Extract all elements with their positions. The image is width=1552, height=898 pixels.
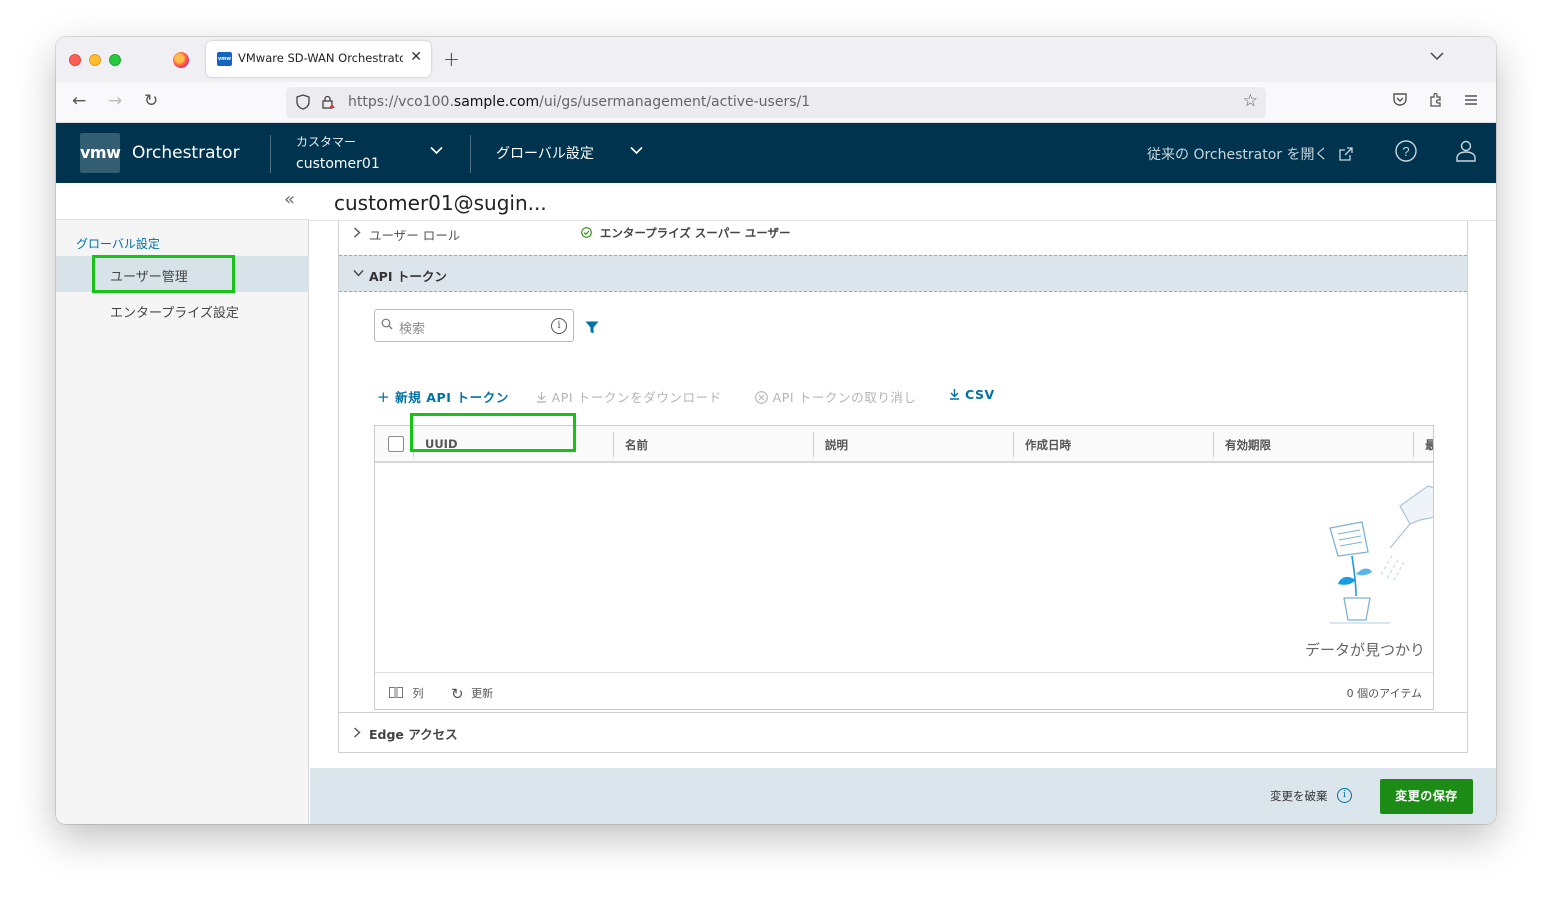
sidebar: « グローバル設定 ユーザー管理 エンタープライズ設定	[56, 183, 309, 824]
chevron-right-icon	[353, 227, 361, 241]
close-window-button[interactable]	[69, 54, 81, 66]
page-title: customer01@sugin...	[334, 191, 547, 215]
download-icon	[950, 389, 959, 400]
extensions-icon[interactable]	[1428, 92, 1444, 112]
discard-changes-button[interactable]: 変更を破棄	[1270, 788, 1328, 804]
help-icon[interactable]: ?	[1395, 140, 1417, 166]
menu-icon[interactable]	[1464, 92, 1478, 110]
header-divider	[270, 135, 271, 173]
external-link-icon	[1339, 147, 1353, 161]
lock-icon	[322, 95, 335, 109]
column-header-last[interactable]: 最	[1425, 437, 1433, 453]
column-divider[interactable]	[1213, 432, 1214, 457]
global-settings-value: グローバル設定	[496, 146, 594, 162]
chevron-down-icon	[630, 143, 643, 159]
check-circle-icon	[581, 227, 596, 240]
column-header-description[interactable]: 説明	[825, 437, 848, 453]
new-tab-button[interactable]: +	[443, 47, 460, 71]
customer-value: customer01	[296, 156, 380, 172]
customer-label: カスタマー	[296, 135, 357, 149]
browser-window: vmw VMware SD-WAN Orchestrator ✕ + ← → ↻…	[56, 37, 1496, 824]
item-count: 0 個のアイテム	[1346, 687, 1422, 700]
save-changes-button[interactable]: 変更の保存	[1380, 779, 1473, 814]
tab-title: VMware SD-WAN Orchestrator	[238, 51, 403, 65]
collapse-sidebar-icon[interactable]: «	[284, 189, 295, 210]
browser-tab[interactable]: vmw VMware SD-WAN Orchestrator ✕	[206, 41, 431, 77]
search-input[interactable]: 検索 i	[374, 309, 574, 342]
shield-icon	[296, 94, 310, 110]
column-header-expiry[interactable]: 有効期限	[1225, 437, 1271, 453]
user-profile-icon[interactable]	[1456, 140, 1476, 166]
main-content: customer01@sugin... ユーザー ロール エンタープライズ スー…	[310, 183, 1496, 824]
api-token-grid: UUID 名前 説明 作成日時 有効期限 最	[374, 425, 1434, 710]
empty-state-illustration	[1329, 485, 1433, 624]
chevron-down-icon	[353, 266, 364, 280]
column-header-created[interactable]: 作成日時	[1025, 437, 1071, 453]
close-tab-icon[interactable]: ✕	[410, 49, 422, 65]
app-title: Orchestrator	[132, 143, 240, 163]
api-token-section-header[interactable]: API トークン	[339, 255, 1467, 292]
tab-list-chevron-icon[interactable]	[1430, 49, 1444, 65]
app-header: vmw Orchestrator カスタマー customer01 グローバル設…	[56, 123, 1496, 183]
address-bar[interactable]: https://vco100.sample.com/ui/gs/usermana…	[286, 87, 1266, 118]
sidebar-collapse-row: «	[56, 183, 309, 220]
columns-icon	[389, 687, 403, 698]
empty-state-text: データが見つかり	[1305, 641, 1426, 659]
column-divider[interactable]	[813, 432, 814, 457]
edge-access-label: Edge アクセス	[369, 727, 458, 742]
sidebar-item-label: エンタープライズ設定	[110, 306, 239, 321]
tab-bar: vmw VMware SD-WAN Orchestrator ✕ +	[56, 37, 1496, 82]
firefox-icon	[173, 52, 189, 68]
svg-text:?: ?	[1402, 144, 1409, 159]
new-api-token-button[interactable]: + 新規 API トークン	[377, 387, 509, 406]
download-api-token-button[interactable]: API トークンをダウンロード	[536, 387, 722, 406]
user-role-row[interactable]: ユーザー ロール エンタープライズ スーパー ユーザー	[339, 221, 1467, 253]
search-placeholder: 検索	[399, 322, 426, 337]
user-role-value: エンタープライズ スーパー ユーザー	[599, 226, 791, 240]
minimize-window-button[interactable]	[89, 54, 101, 66]
filter-icon[interactable]	[585, 319, 599, 338]
chevron-right-icon	[353, 727, 361, 741]
bookmark-star-icon[interactable]: ☆	[1243, 91, 1258, 111]
select-all-checkbox[interactable]	[388, 436, 404, 452]
open-legacy-orchestrator-link[interactable]: 従来の Orchestrator を開く	[1147, 144, 1353, 164]
vmware-logo: vmw	[80, 133, 121, 173]
action-footer: 変更を破棄 i 変更の保存	[310, 768, 1496, 824]
search-icon	[381, 318, 393, 333]
zoom-window-button[interactable]	[109, 54, 121, 66]
column-header-name[interactable]: 名前	[625, 437, 648, 453]
api-token-label: API トークン	[369, 269, 447, 284]
revoke-api-token-button[interactable]: API トークンの取り消し	[755, 387, 917, 406]
forward-arrow-icon[interactable]: →	[108, 91, 122, 111]
column-toggle-button[interactable]: 列	[389, 685, 424, 701]
header-divider	[470, 135, 471, 173]
grid-footer: 列 ↻ 更新 0 個のアイテム	[375, 672, 1433, 709]
sidebar-section-title: グローバル設定	[76, 237, 160, 251]
info-icon[interactable]: i	[1337, 788, 1352, 803]
back-arrow-icon[interactable]: ←	[72, 91, 86, 111]
close-circle-icon	[755, 391, 768, 404]
edge-access-row[interactable]: Edge アクセス	[339, 712, 1467, 752]
highlight-box	[410, 413, 576, 452]
info-icon[interactable]: i	[551, 318, 567, 334]
column-divider[interactable]	[1013, 432, 1014, 457]
pocket-icon[interactable]	[1392, 92, 1408, 111]
url-text[interactable]: https://vco100.sample.com/ui/gs/usermana…	[348, 94, 810, 110]
refresh-button[interactable]: ↻ 更新	[451, 685, 493, 703]
vmware-favicon-icon: vmw	[217, 52, 232, 66]
highlight-box	[92, 255, 235, 293]
user-role-value-wrap: エンタープライズ スーパー ユーザー	[581, 225, 790, 241]
column-divider[interactable]	[613, 432, 614, 457]
chevron-down-icon	[430, 143, 443, 159]
refresh-icon: ↻	[451, 685, 464, 703]
user-role-label: ユーザー ロール	[369, 228, 461, 243]
csv-export-button[interactable]: CSV	[949, 387, 995, 402]
user-detail-panel: ユーザー ロール エンタープライズ スーパー ユーザー API トークン 検索 …	[338, 221, 1468, 753]
column-divider[interactable]	[1413, 432, 1414, 457]
reload-icon[interactable]: ↻	[144, 91, 158, 111]
plus-icon: +	[377, 388, 391, 406]
sidebar-item-enterprise-settings[interactable]: エンタープライズ設定	[56, 292, 309, 328]
download-icon	[537, 392, 546, 403]
navigation-bar: ← → ↻ https://vco100.sample.com/ui/gs/us…	[56, 82, 1496, 123]
